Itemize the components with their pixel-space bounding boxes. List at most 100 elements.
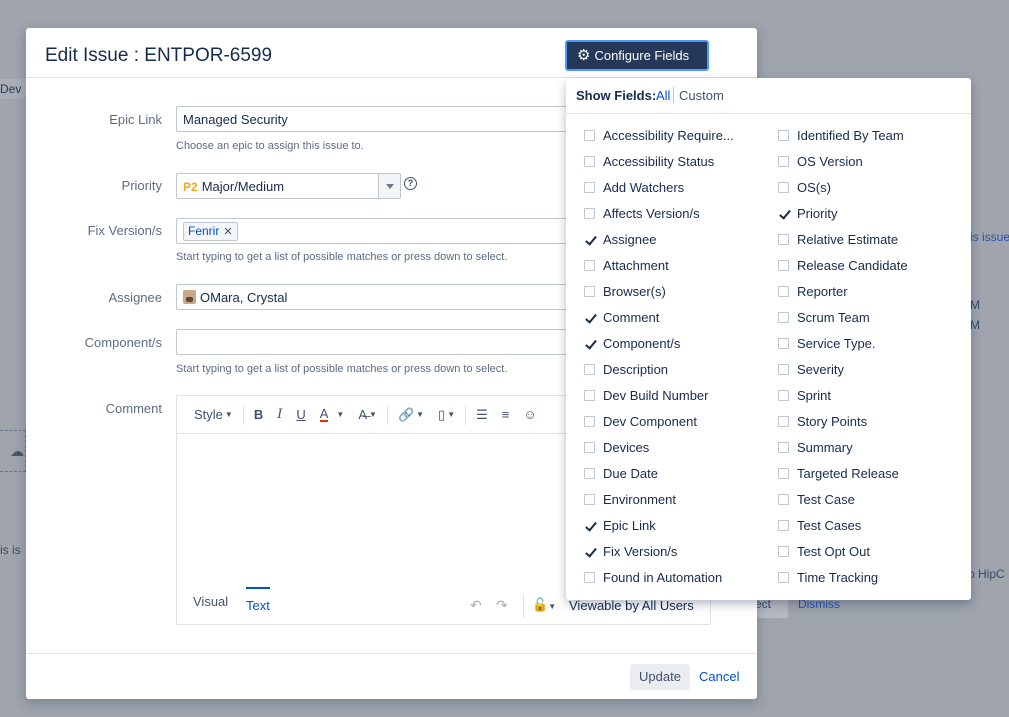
field-option-scrum-team[interactable]: Scrum Team — [778, 304, 968, 330]
field-option-test-case[interactable]: Test Case — [778, 486, 968, 512]
checkbox-checked[interactable] — [584, 337, 595, 349]
checkbox[interactable] — [778, 389, 789, 401]
link-button[interactable]: 🔗 ▼ — [391, 407, 431, 423]
style-dropdown[interactable]: Style ▼ — [187, 407, 240, 422]
checkbox[interactable] — [778, 155, 789, 167]
checkbox[interactable] — [584, 155, 595, 167]
field-option-assignee[interactable]: Assignee — [584, 226, 774, 252]
field-option-service-type[interactable]: Service Type. — [778, 330, 968, 356]
checkbox[interactable] — [584, 285, 595, 297]
checkbox[interactable] — [584, 441, 595, 453]
checkbox[interactable] — [778, 545, 789, 557]
numbered-list-button[interactable]: ≡ — [495, 407, 517, 422]
checkbox[interactable] — [584, 363, 595, 375]
help-icon[interactable]: ? — [404, 177, 417, 190]
field-option-label: Description — [603, 361, 669, 377]
checkbox[interactable] — [584, 467, 595, 479]
field-option-due-date[interactable]: Due Date — [584, 460, 774, 486]
checkbox[interactable] — [778, 259, 789, 271]
show-custom-link[interactable]: Custom — [679, 88, 724, 103]
checkbox-checked[interactable] — [584, 311, 595, 323]
checkbox-checked[interactable] — [778, 207, 789, 219]
checkbox[interactable] — [778, 519, 789, 531]
field-option-summary[interactable]: Summary — [778, 434, 968, 460]
underline-button[interactable]: U — [289, 407, 312, 422]
background-fragment: M — [970, 298, 980, 312]
field-option-reporter[interactable]: Reporter — [778, 278, 968, 304]
epic-link-value: Managed Security — [183, 112, 288, 127]
checkbox[interactable] — [778, 493, 789, 505]
cancel-link[interactable]: Cancel — [699, 669, 739, 684]
bold-button[interactable]: B — [247, 407, 270, 422]
field-option-test-cases[interactable]: Test Cases — [778, 512, 968, 538]
checkbox[interactable] — [584, 493, 595, 505]
field-option-description[interactable]: Description — [584, 356, 774, 382]
field-option-relative-estimate[interactable]: Relative Estimate — [778, 226, 968, 252]
chevron-down-icon[interactable] — [378, 174, 400, 198]
field-option-epic-link[interactable]: Epic Link — [584, 512, 774, 538]
field-option-sprint[interactable]: Sprint — [778, 382, 968, 408]
field-option-time-tracking[interactable]: Time Tracking — [778, 564, 968, 590]
checkbox[interactable] — [584, 181, 595, 193]
field-option-found-in-automation[interactable]: Found in Automation — [584, 564, 774, 590]
tab-text[interactable]: Text — [246, 587, 270, 613]
field-option-fix-version-s[interactable]: Fix Version/s — [584, 538, 774, 564]
bullet-list-button[interactable]: ☰ — [469, 407, 495, 423]
checkbox-checked[interactable] — [584, 545, 595, 557]
checkbox[interactable] — [778, 233, 789, 245]
field-option-environment[interactable]: Environment — [584, 486, 774, 512]
text-effects-button[interactable]: A̶ ▼ — [351, 407, 384, 422]
checkbox[interactable] — [778, 571, 789, 583]
checkbox-checked[interactable] — [584, 519, 595, 531]
checkbox[interactable] — [778, 285, 789, 297]
update-button[interactable]: Update — [630, 664, 690, 690]
checkbox[interactable] — [584, 389, 595, 401]
attachment-button[interactable]: ▯ ▼ — [431, 407, 462, 423]
field-option-os-version[interactable]: OS Version — [778, 148, 968, 174]
emoji-button[interactable]: ☺ — [516, 407, 543, 422]
redo-icon[interactable]: ↷ — [496, 597, 508, 614]
priority-select[interactable]: P2 Major/Medium — [176, 173, 401, 199]
field-option-affects-version-s[interactable]: Affects Version/s — [584, 200, 774, 226]
checkbox[interactable] — [584, 129, 595, 141]
field-option-story-points[interactable]: Story Points — [778, 408, 968, 434]
field-option-os-s[interactable]: OS(s) — [778, 174, 968, 200]
checkbox[interactable] — [778, 181, 789, 193]
visibility-lock-button[interactable]: 🔓▼ — [532, 597, 556, 613]
checkbox[interactable] — [778, 415, 789, 427]
italic-button[interactable]: I — [270, 407, 289, 422]
field-option-component-s[interactable]: Component/s — [584, 330, 774, 356]
checkbox[interactable] — [584, 571, 595, 583]
field-option-priority[interactable]: Priority — [778, 200, 968, 226]
configure-fields-button[interactable]: ⚙ Configure Fields — [565, 40, 709, 71]
field-option-accessibility-status[interactable]: Accessibility Status — [584, 148, 774, 174]
checkbox-checked[interactable] — [584, 233, 595, 245]
field-option-dev-build-number[interactable]: Dev Build Number — [584, 382, 774, 408]
field-option-dev-component[interactable]: Dev Component — [584, 408, 774, 434]
field-option-comment[interactable]: Comment — [584, 304, 774, 330]
tab-visual[interactable]: Visual — [193, 594, 228, 609]
text-color-button[interactable]: A ▼ — [313, 407, 352, 422]
checkbox[interactable] — [584, 259, 595, 271]
checkbox[interactable] — [584, 415, 595, 427]
checkbox[interactable] — [778, 441, 789, 453]
checkbox[interactable] — [778, 363, 789, 375]
field-option-severity[interactable]: Severity — [778, 356, 968, 382]
field-option-test-opt-out[interactable]: Test Opt Out — [778, 538, 968, 564]
checkbox[interactable] — [778, 129, 789, 141]
undo-icon[interactable]: ↶ — [470, 597, 482, 614]
checkbox[interactable] — [778, 311, 789, 323]
field-option-release-candidate[interactable]: Release Candidate — [778, 252, 968, 278]
remove-tag-icon[interactable]: ✕ — [223, 226, 232, 238]
field-option-attachment[interactable]: Attachment — [584, 252, 774, 278]
checkbox[interactable] — [778, 337, 789, 349]
field-option-browser-s[interactable]: Browser(s) — [584, 278, 774, 304]
checkbox[interactable] — [778, 467, 789, 479]
checkbox[interactable] — [584, 207, 595, 219]
field-option-targeted-release[interactable]: Targeted Release — [778, 460, 968, 486]
field-option-accessibility-require[interactable]: Accessibility Require... — [584, 122, 774, 148]
show-all-link[interactable]: All — [656, 88, 670, 103]
field-option-devices[interactable]: Devices — [584, 434, 774, 460]
field-option-add-watchers[interactable]: Add Watchers — [584, 174, 774, 200]
field-option-identified-by-team[interactable]: Identified By Team — [778, 122, 968, 148]
